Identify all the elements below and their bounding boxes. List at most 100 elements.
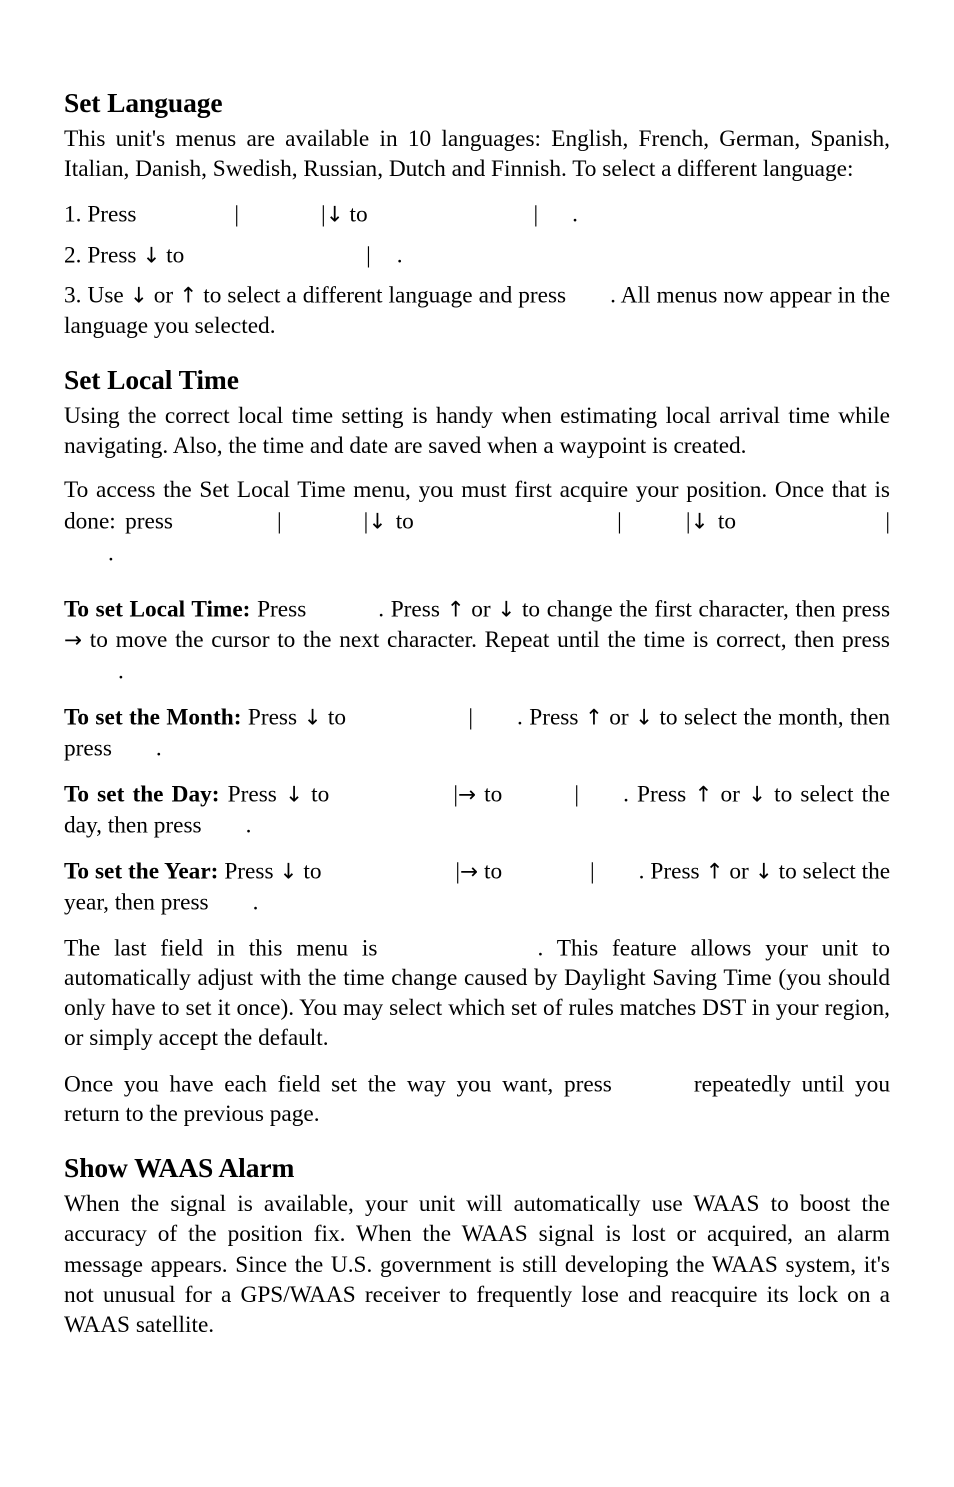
- step-item-2: 2. Press ↓ to |.: [64, 239, 890, 271]
- year-text-d: . Press: [638, 857, 700, 884]
- paragraph-closing: Once you have each field set the way you…: [64, 1068, 890, 1130]
- month-text-b: to: [327, 703, 346, 730]
- instruction-label-month: To set the Month:: [64, 703, 242, 730]
- last-field-text-a: The last field in this menu is: [64, 934, 378, 961]
- paragraph-set-language-intro: This unit's menus are available in 10 la…: [64, 125, 890, 182]
- arrow-up-icon: ↑: [705, 858, 724, 884]
- missing-glyph-run: [202, 809, 246, 832]
- arrow-up-icon: ↑: [584, 704, 603, 730]
- missing-glyph-run: [510, 778, 574, 801]
- month-text-f: .: [155, 735, 162, 762]
- missing-glyph-run: [239, 198, 321, 221]
- missing-glyph-run: [595, 855, 639, 878]
- step-1-text-b: to: [349, 201, 368, 228]
- missing-glyph-run: [566, 279, 610, 302]
- step-2-text-a: Press: [87, 242, 137, 268]
- arrow-down-icon: ↓: [129, 283, 148, 309]
- document-page: Set Language This unit's menus are avail…: [64, 0, 890, 1340]
- local-time-text-c: or: [471, 596, 491, 623]
- step-item-3: 3. Use ↓ or ↑ to select a different lang…: [64, 279, 890, 341]
- missing-glyph-run: [371, 239, 397, 262]
- heading-show-waas-alarm: Show WAAS Alarm: [64, 1152, 295, 1184]
- day-text-a: Press: [227, 780, 277, 807]
- missing-glyph-run: [473, 701, 517, 724]
- year-text-a: Press: [224, 857, 274, 884]
- missing-glyph-run: [538, 198, 572, 221]
- arrow-down-icon: ↓: [690, 509, 709, 535]
- year-text-e: or: [729, 857, 749, 884]
- missing-glyph-run: [377, 932, 537, 955]
- step-3-text-c: to select a different language and press: [203, 282, 567, 309]
- heading-set-language: Set Language: [64, 87, 223, 118]
- instruction-label-day: To set the Day:: [64, 780, 220, 807]
- missing-glyph-run: [142, 198, 234, 221]
- missing-glyph-run: [622, 505, 686, 528]
- instruction-label-local-time: To set Local Time:: [64, 596, 251, 623]
- arrow-down-icon: ↓: [325, 202, 344, 228]
- missing-glyph-run: [282, 505, 364, 528]
- month-text-d: or: [609, 703, 629, 730]
- step-2-text-c: .: [396, 242, 403, 268]
- arrow-down-icon: ↓: [497, 597, 516, 623]
- missing-glyph-run: [190, 239, 350, 262]
- pipe-separator: |: [885, 508, 890, 535]
- missing-glyph-run: [612, 1068, 694, 1091]
- missing-glyph-run: [508, 855, 590, 878]
- paragraph-local-time-access: To access the Set Local Time menu, you m…: [64, 475, 890, 568]
- step-1-text-c: .: [572, 201, 578, 228]
- local-time-text-b: . Press: [378, 596, 440, 623]
- missing-glyph-run: [337, 778, 453, 801]
- access-end: .: [108, 540, 114, 567]
- heading-set-local-time: Set Local Time: [64, 363, 239, 395]
- day-text-b: to: [311, 780, 330, 807]
- arrow-down-icon: ↓: [754, 858, 773, 884]
- arrow-down-icon: ↓: [368, 509, 387, 535]
- step-2-number: 2.: [64, 242, 82, 268]
- missing-glyph-run: [350, 239, 366, 262]
- year-text-g: .: [252, 889, 259, 916]
- arrow-up-icon: ↑: [446, 597, 465, 623]
- missing-glyph-run: [112, 732, 156, 755]
- arrow-right-icon: →: [458, 781, 477, 807]
- arrow-up-icon: ↑: [179, 283, 198, 309]
- step-3-text-b: or: [153, 282, 174, 309]
- day-text-c: to: [484, 780, 503, 807]
- instruction-label-year: To set the Year:: [64, 857, 219, 884]
- missing-glyph-run: [327, 855, 455, 878]
- instruction-set-month: To set the Month: Press ↓ to |. Press ↑ …: [64, 701, 890, 764]
- missing-glyph-run: [583, 505, 617, 528]
- arrow-down-icon: ↓: [142, 243, 161, 268]
- step-3-number: 3.: [64, 282, 82, 309]
- instruction-set-year: To set the Year: Press ↓ to |→ to |. Pre…: [64, 855, 890, 918]
- missing-glyph-run: [64, 537, 108, 560]
- missing-glyph-run: [373, 198, 533, 221]
- paragraph-waas-alarm: When the signal is available, your unit …: [64, 1191, 890, 1338]
- missing-glyph-run: [173, 505, 277, 528]
- day-text-d: . Press: [623, 780, 687, 807]
- paragraph-local-time-intro: Using the correct local time setting is …: [64, 402, 890, 459]
- closing-text-a: Once you have each field set the way you…: [64, 1070, 612, 1097]
- missing-glyph-run: [209, 886, 253, 909]
- missing-glyph-run: [306, 593, 378, 616]
- arrow-right-icon: →: [64, 627, 83, 653]
- step-2-text-b: to: [166, 242, 185, 268]
- local-time-text-a: Press: [257, 596, 307, 623]
- month-text-c: . Press: [517, 703, 579, 730]
- instruction-set-day: To set the Day: Press ↓ to |→ to |. Pres…: [64, 778, 890, 841]
- missing-glyph-run: [64, 655, 118, 678]
- arrow-down-icon: ↓: [303, 704, 322, 730]
- access-to-1: to: [395, 508, 414, 535]
- access-to-2: to: [717, 508, 736, 535]
- day-text-e: or: [720, 780, 740, 807]
- missing-glyph-run: [352, 701, 468, 724]
- local-time-text-e: to move the cursor to the next character…: [89, 626, 890, 653]
- year-text-b: to: [303, 857, 322, 884]
- arrow-down-icon: ↓: [284, 781, 303, 807]
- arrow-down-icon: ↓: [635, 704, 654, 730]
- instruction-set-local-time: To set Local Time: Press . Press ↑ or ↓ t…: [64, 593, 890, 686]
- local-time-text-d: to change the first character, then pres…: [521, 596, 891, 623]
- month-text-a: Press: [247, 703, 298, 730]
- arrow-down-icon: ↓: [279, 858, 298, 884]
- arrow-down-icon: ↓: [748, 781, 767, 807]
- arrow-up-icon: ↑: [694, 781, 713, 807]
